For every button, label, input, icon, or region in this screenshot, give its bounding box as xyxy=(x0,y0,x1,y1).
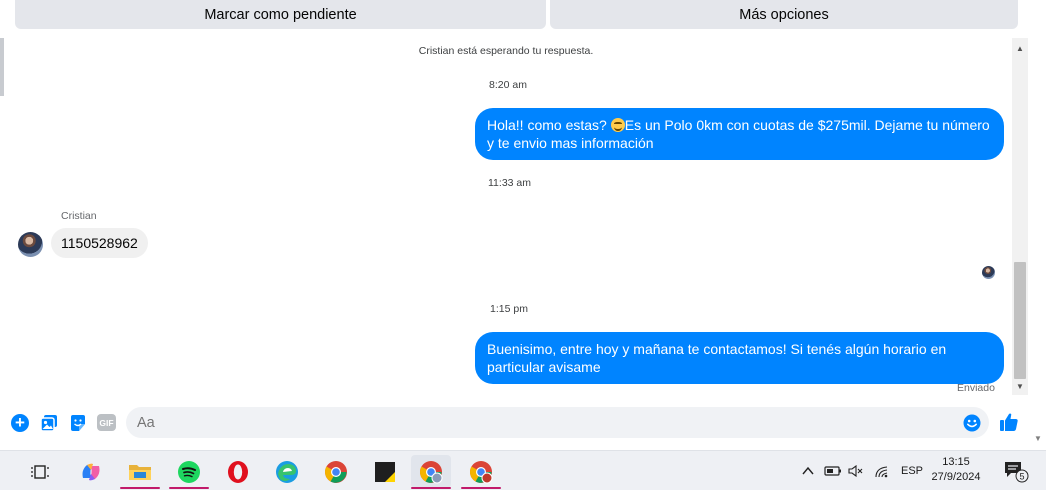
scroll-down-arrow-icon[interactable]: ▼ xyxy=(1012,379,1028,393)
sticky-notes-icon[interactable] xyxy=(365,455,405,488)
gif-icon[interactable]: GIF xyxy=(97,414,116,431)
sticker-icon[interactable] xyxy=(69,414,87,432)
more-options-button[interactable]: Más opciones xyxy=(550,0,1018,29)
message-timestamp: 11:33 am xyxy=(488,177,531,189)
notification-center-icon[interactable]: 5 xyxy=(1003,451,1029,490)
mark-pending-button[interactable]: Marcar como pendiente xyxy=(15,0,546,29)
photo-icon[interactable] xyxy=(40,414,58,432)
message-text: Hola!! como estas? xyxy=(487,117,611,133)
opera-icon[interactable] xyxy=(218,455,258,488)
notification-count: 5 xyxy=(1019,472,1024,482)
language-indicator[interactable]: ESP xyxy=(901,451,923,490)
show-hidden-icons-chevron-icon[interactable] xyxy=(802,451,814,490)
smiling-face-emoji-icon xyxy=(610,118,625,132)
outgoing-message-bubble[interactable]: Hola!! como estas? Es un Polo 0km con cu… xyxy=(475,108,1004,160)
chat-scrollbar[interactable]: ▲ ▼ xyxy=(1012,38,1028,395)
running-indicator xyxy=(411,487,451,489)
windows-taskbar: ESP 13:15 27/9/2024 5 xyxy=(0,450,1046,490)
volume-muted-icon[interactable] xyxy=(848,451,864,490)
clock-date: 27/9/2024 xyxy=(931,471,981,483)
edge-icon[interactable] xyxy=(267,455,307,488)
running-indicator xyxy=(120,487,160,489)
message-timestamp: 8:20 am xyxy=(489,79,527,91)
task-view-icon[interactable] xyxy=(20,455,60,488)
like-icon[interactable] xyxy=(999,412,1019,432)
top-action-bar: Marcar como pendiente Más opciones xyxy=(0,0,1046,30)
message-composer: + GIF xyxy=(0,400,1030,446)
waiting-notice: Cristian está esperando tu respuesta. xyxy=(418,45,594,57)
running-indicator xyxy=(169,487,209,489)
file-explorer-icon[interactable] xyxy=(120,455,160,489)
sent-status: Enviado xyxy=(957,382,995,394)
scroll-up-arrow-icon[interactable]: ▲ xyxy=(1012,41,1028,55)
message-text: Buenisimo, entre hoy y mañana te contact… xyxy=(487,341,947,375)
window-scroll-down-arrow-icon[interactable]: ▼ xyxy=(1034,434,1042,443)
plus-icon[interactable]: + xyxy=(11,414,29,432)
message-text: 1150528962 xyxy=(61,235,138,251)
wifi-icon[interactable] xyxy=(874,451,890,490)
emoji-icon[interactable] xyxy=(963,414,981,432)
clock[interactable]: 13:15 27/9/2024 xyxy=(928,455,984,485)
spotify-icon[interactable] xyxy=(169,455,209,489)
scroll-thumb[interactable] xyxy=(1014,262,1026,379)
chrome-profile-1-icon[interactable] xyxy=(411,455,451,489)
chrome-profile-2-icon[interactable] xyxy=(461,455,501,489)
incoming-message-bubble[interactable]: 1150528962 xyxy=(51,228,148,258)
read-receipt-avatar xyxy=(982,266,995,279)
chrome-icon[interactable] xyxy=(316,455,356,488)
battery-icon[interactable] xyxy=(824,451,842,490)
running-indicator xyxy=(461,487,501,489)
messenger-window: Marcar como pendiente Más opciones Crist… xyxy=(0,0,1046,490)
outgoing-message-bubble[interactable]: Buenisimo, entre hoy y mañana te contact… xyxy=(475,332,1004,384)
sender-name: Cristian xyxy=(61,210,97,222)
clock-time: 13:15 xyxy=(942,456,970,468)
copilot-icon[interactable] xyxy=(71,455,111,488)
message-input[interactable] xyxy=(126,407,989,438)
message-timestamp: 1:15 pm xyxy=(490,303,528,315)
contact-avatar[interactable] xyxy=(18,232,43,257)
